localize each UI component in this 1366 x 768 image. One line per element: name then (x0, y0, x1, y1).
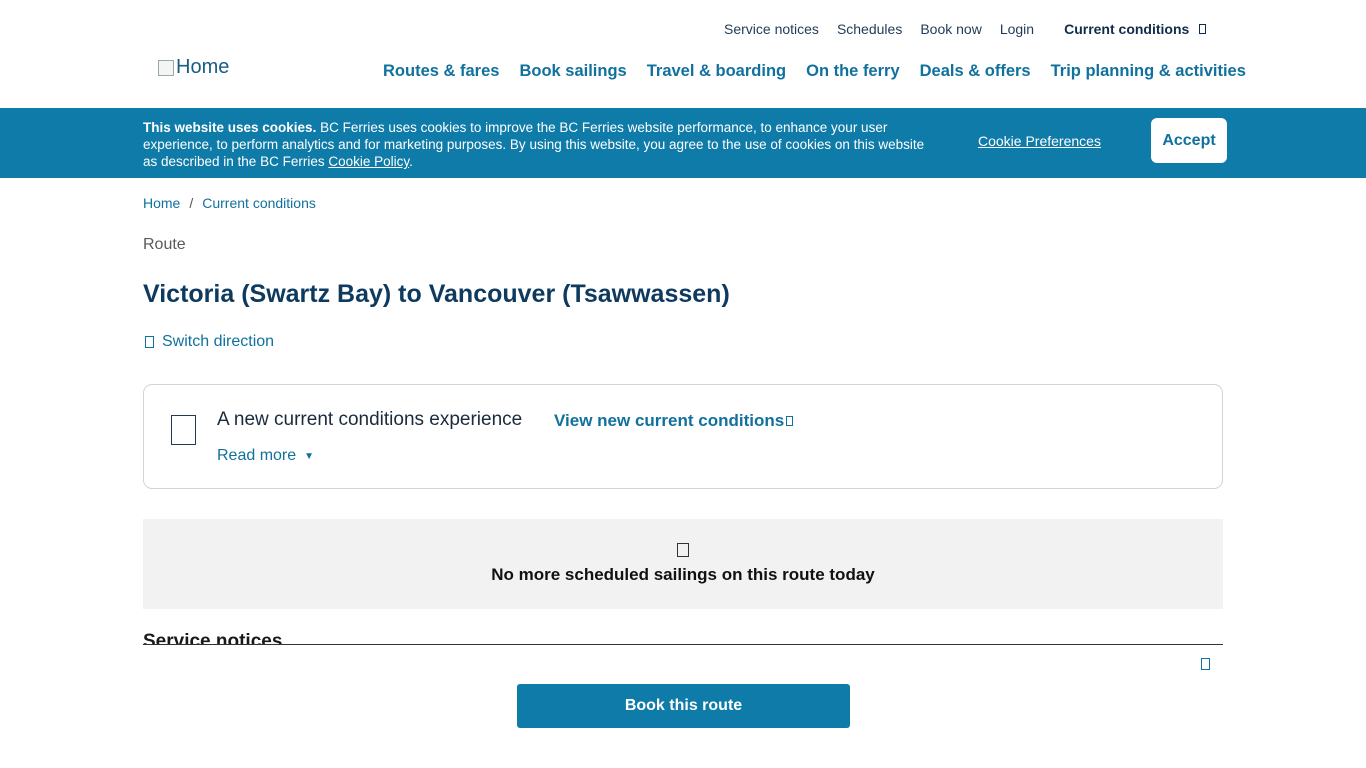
logo-alt-text: Home (176, 56, 230, 78)
no-sailings-message: No more scheduled sailings on this route… (491, 565, 875, 584)
read-more-label: Read more (217, 447, 297, 464)
cookie-preferences-link[interactable]: Cookie Preferences (978, 133, 1101, 149)
book-this-route-button[interactable]: Book this route (517, 684, 850, 728)
utility-link-login[interactable]: Login (1000, 21, 1034, 37)
utility-link-service-notices[interactable]: Service notices (724, 21, 819, 37)
external-link-icon (786, 416, 794, 426)
current-conditions-menu[interactable]: Current conditions (1064, 21, 1207, 37)
divider (143, 644, 1223, 645)
current-conditions-label: Current conditions (1064, 21, 1190, 37)
nav-deals-offers[interactable]: Deals & offers (920, 62, 1031, 81)
card-heading: A new current conditions experience (217, 409, 523, 430)
utility-link-schedules[interactable]: Schedules (837, 21, 902, 37)
home-logo[interactable]: Home (158, 56, 229, 79)
cookie-message: This website uses cookies. BC Ferries us… (143, 119, 933, 170)
nav-travel-boarding[interactable]: Travel & boarding (647, 62, 786, 81)
cookie-policy-link[interactable]: Cookie Policy (328, 154, 409, 169)
switch-arrows-icon (145, 336, 154, 348)
cookie-message-end: . (409, 154, 413, 169)
page-title: Victoria (Swartz Bay) to Vancouver (Tsaw… (143, 280, 730, 308)
nav-trip-planning[interactable]: Trip planning & activities (1051, 62, 1246, 81)
route-label: Route (143, 236, 186, 253)
cookie-banner: This website uses cookies. BC Ferries us… (0, 108, 1366, 178)
breadcrumb: Home / Current conditions (143, 195, 316, 211)
nav-book-sailings[interactable]: Book sailings (519, 62, 626, 81)
cookie-message-bold: This website uses cookies. (143, 120, 317, 135)
breadcrumb-home[interactable]: Home (143, 195, 180, 211)
nav-on-the-ferry[interactable]: On the ferry (806, 62, 900, 81)
site-header: Home Service notices Schedules Book now … (0, 0, 1366, 108)
read-more-toggle[interactable]: Read more ▼ (217, 447, 314, 465)
nav-routes-fares[interactable]: Routes & fares (383, 62, 499, 81)
main-nav: Routes & fares Book sailings Travel & bo… (383, 62, 1246, 81)
chevron-down-icon (1199, 24, 1207, 34)
broken-image-icon (158, 59, 174, 76)
no-sailings-panel: No more scheduled sailings on this route… (143, 519, 1223, 609)
expand-icon[interactable] (1201, 658, 1210, 670)
caret-down-icon: ▼ (304, 450, 315, 462)
new-experience-card: A new current conditions experience View… (143, 384, 1223, 489)
ferry-icon (677, 543, 689, 557)
breadcrumb-current-conditions[interactable]: Current conditions (202, 195, 316, 211)
service-notices-heading: Service notices (143, 632, 283, 644)
switch-direction-label: Switch direction (162, 333, 275, 350)
breadcrumb-separator: / (189, 195, 194, 211)
accept-cookies-button[interactable]: Accept (1151, 118, 1227, 163)
view-new-conditions-label: View new current conditions (554, 411, 785, 430)
utility-link-book-now[interactable]: Book now (920, 21, 981, 37)
sticky-booking-bar: Book this route (0, 644, 1366, 768)
switch-direction-link[interactable]: Switch direction (145, 333, 274, 351)
utility-nav: Service notices Schedules Book now Login… (724, 21, 1224, 37)
view-new-conditions-link[interactable]: View new current conditions (554, 411, 794, 431)
info-icon (171, 415, 196, 445)
